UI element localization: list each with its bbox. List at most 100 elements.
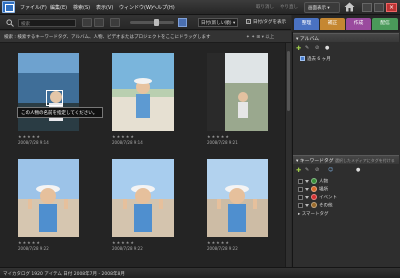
- keyword-label: その他: [319, 203, 333, 209]
- lightbulb-icon: ●: [325, 45, 330, 51]
- photo-date: 2008/7/28 9:22: [207, 246, 238, 251]
- keyword-checkbox[interactable]: [298, 194, 303, 200]
- keyword-item-events[interactable]: イベント: [298, 194, 337, 201]
- photo-date: 2008/7/28 9:22: [18, 246, 49, 251]
- back-button[interactable]: [82, 18, 92, 27]
- task-panel: [292, 15, 400, 267]
- rating-stars[interactable]: ★★★★★: [112, 134, 135, 139]
- lightbulb-icon: ●: [356, 167, 361, 173]
- menu-bar: ファイル(F) 編集(E) 検索(S) 表示(V) ウィンドウ(W) ヘルプ(H…: [0, 0, 400, 15]
- undo-button[interactable]: 取り消し: [256, 4, 274, 10]
- single-photo-view-icon[interactable]: [178, 18, 187, 27]
- smart-tags-item[interactable]: ▸ スマートタグ: [298, 211, 329, 217]
- keyword-checkbox[interactable]: [298, 178, 303, 184]
- rating-stars[interactable]: ★★★★★: [207, 240, 230, 245]
- task-tabs: 整理 補正 作成 配信: [292, 15, 400, 32]
- album-icon: [300, 56, 305, 61]
- tab-organize[interactable]: 整理: [294, 18, 319, 30]
- menu-window[interactable]: ウィンドウ(W): [119, 4, 153, 11]
- redo-button[interactable]: やり直し: [280, 4, 298, 10]
- photo-date: 2008/7/28 9:21: [207, 140, 238, 145]
- menu-view[interactable]: 表示(V): [96, 4, 113, 11]
- show-details-checkbox[interactable]: ✓ 日付/タグを表示: [246, 19, 286, 25]
- rating-stars[interactable]: ★★★★★: [18, 240, 41, 245]
- keyword-item-people[interactable]: 人物: [298, 178, 328, 185]
- checkbox-check-icon: ✓: [246, 19, 251, 24]
- photo-date: 2008/7/28 9:22: [112, 246, 143, 251]
- keyword-checkbox[interactable]: [298, 202, 303, 208]
- photo-thumbnail[interactable]: [112, 53, 174, 131]
- expand-arrow-icon[interactable]: [305, 187, 309, 191]
- app-logo-icon: [2, 1, 15, 13]
- sort-order-value: 日付(新しい順): [201, 21, 232, 26]
- photo-date: 2008/7/28 9:14: [112, 140, 143, 145]
- expand-arrow-icon[interactable]: [305, 179, 309, 183]
- photo-date: 2008/7/28 9:14: [18, 140, 49, 145]
- tab-fix[interactable]: 補正: [320, 18, 345, 30]
- zoom-slider[interactable]: [130, 19, 174, 26]
- maximize-button[interactable]: [374, 3, 384, 12]
- menu-edit[interactable]: 編集(E): [50, 4, 67, 11]
- match-mode-label: 以上: [265, 35, 275, 40]
- events-tag-icon: [311, 194, 317, 200]
- rating-stars[interactable]: ★★★★★: [207, 134, 230, 139]
- add-keyword-icon[interactable]: ✚: [296, 167, 301, 174]
- display-mode-label: 画面表示: [308, 6, 326, 11]
- album-section-header[interactable]: ▾ アルバム: [293, 33, 399, 42]
- photo-thumbnail[interactable]: [207, 159, 268, 237]
- album-item[interactable]: 過去 6 ヶ月: [300, 56, 331, 62]
- sort-order-select[interactable]: 日付(新しい順) ▾: [198, 18, 238, 27]
- expand-arrow-icon[interactable]: [305, 203, 309, 207]
- tab-share[interactable]: 配信: [372, 18, 398, 30]
- match-controls[interactable]: ✦ ✦ ⊞ ▾ 以上: [246, 34, 274, 40]
- zoom-slider-handle[interactable]: [154, 19, 159, 26]
- thumbnail-size-button[interactable]: [110, 18, 120, 27]
- menu-find[interactable]: 検索(S): [73, 4, 90, 11]
- close-window-button[interactable]: ×: [386, 3, 397, 12]
- minimize-button[interactable]: [362, 3, 372, 12]
- photo-thumbnail[interactable]: [112, 159, 174, 237]
- face-name-tooltip[interactable]: この人物の名前を指定してください。: [17, 107, 103, 118]
- status-bar: マイカタログ 1920 アイテム 日付 2008年7月 - 2008年8月: [0, 267, 400, 278]
- keyword-label: 場所: [319, 187, 328, 193]
- album-label: 過去 6 ヶ月: [307, 57, 331, 62]
- status-text: マイカタログ 1920 アイテム 日付 2008年7月 - 2008年8月: [3, 272, 125, 277]
- keyword-label: イベント: [319, 195, 337, 201]
- search-icon: [6, 19, 14, 27]
- grid-scrollbar-thumb[interactable]: [287, 51, 290, 111]
- search-hint-bar: 検索 : 検索するキーワードタグ、アルバム、人物、ビデオまたはプロジェクトをここ…: [0, 31, 291, 43]
- keyword-section-header[interactable]: ▾ キーワードタグ 選択したメディアにタグを付ける: [293, 155, 399, 164]
- search-hint-text: 検索 : 検索するキーワードタグ、アルバム、人物、ビデオまたはプロジェクトをここ…: [4, 35, 211, 40]
- rating-stars[interactable]: ★★★★★: [18, 134, 41, 139]
- toolbar: 検索 日付(新しい順) ▾ ✓ 日付/タグを表示: [0, 15, 291, 30]
- keyword-item-other[interactable]: その他: [298, 202, 333, 209]
- menu-help[interactable]: ヘルプ(H): [152, 4, 175, 11]
- menu-file[interactable]: ファイル(F): [20, 4, 47, 11]
- rating-stars[interactable]: ★★★★★: [112, 240, 135, 245]
- face-recognition-box[interactable]: [46, 90, 63, 106]
- other-tag-icon: [311, 202, 317, 208]
- people-tag-icon: [311, 178, 317, 184]
- edit-album-icon[interactable]: ✎: [305, 45, 309, 51]
- display-mode-button[interactable]: 画面表示 ▾: [304, 2, 340, 13]
- expand-arrow-icon[interactable]: [305, 195, 309, 199]
- keyword-checkbox[interactable]: [298, 186, 303, 192]
- keyword-section-title: ▾ キーワードタグ: [296, 159, 334, 164]
- grid-scrollbar[interactable]: [285, 43, 291, 267]
- keyword-hint: 選択したメディアにタグを付ける: [335, 158, 395, 163]
- tab-create[interactable]: 作成: [346, 18, 371, 30]
- keyword-item-places[interactable]: 場所: [298, 186, 328, 193]
- home-icon[interactable]: [344, 2, 355, 12]
- show-details-label: 日付/タグを表示: [253, 20, 287, 25]
- edit-keyword-icon[interactable]: ✎: [305, 167, 309, 173]
- keyword-label: 人物: [319, 179, 328, 185]
- add-album-icon[interactable]: ✚: [296, 45, 301, 52]
- delete-album-icon[interactable]: ⊘: [315, 45, 319, 51]
- forward-button[interactable]: [94, 18, 104, 27]
- face-tag-icon[interactable]: ☺: [328, 167, 333, 173]
- photo-thumbnail[interactable]: [18, 159, 79, 237]
- photo-thumbnail[interactable]: [207, 53, 268, 131]
- places-tag-icon: [311, 186, 317, 192]
- search-input[interactable]: 検索: [18, 19, 76, 27]
- delete-keyword-icon[interactable]: ⊘: [315, 167, 319, 173]
